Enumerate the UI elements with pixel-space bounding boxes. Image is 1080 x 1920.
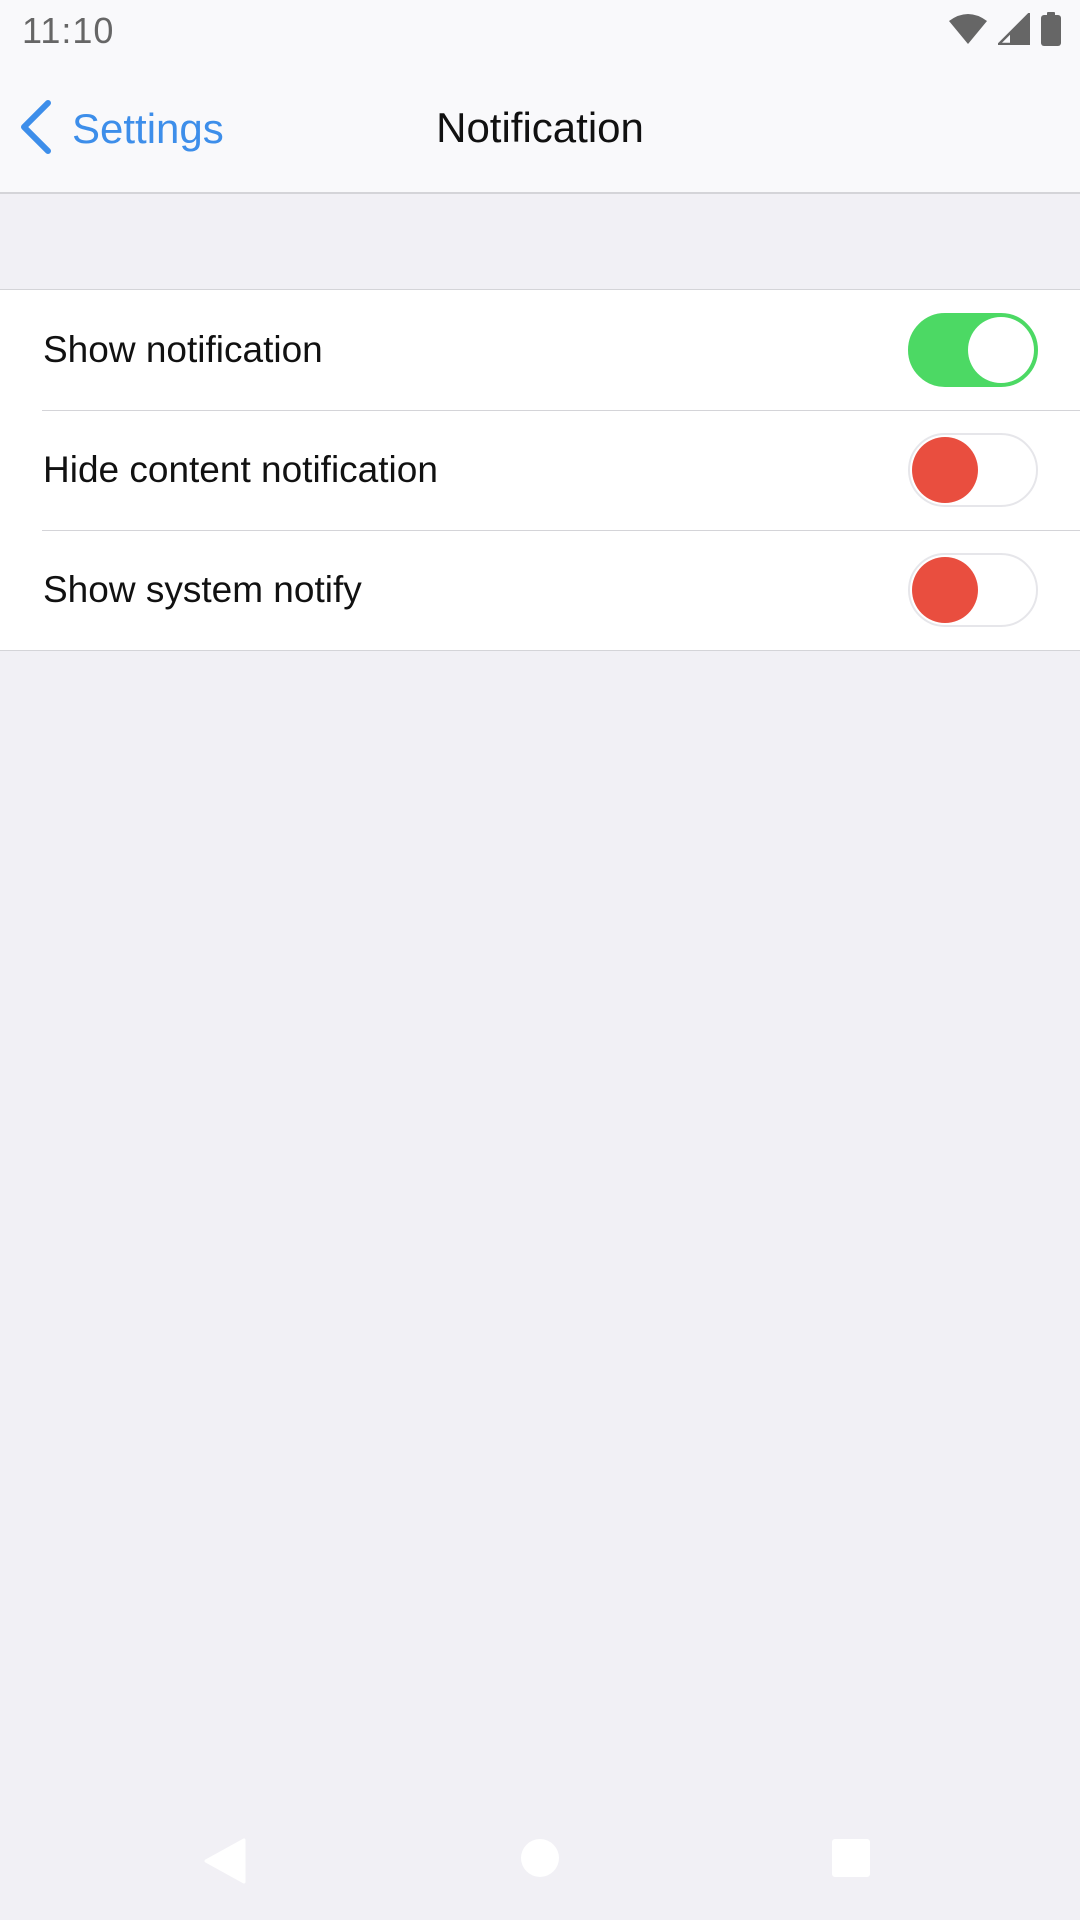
- status-bar: 11:10: [0, 0, 1080, 64]
- status-icons: [948, 10, 1062, 51]
- setting-label: Show system notify: [43, 569, 362, 610]
- notification-settings-list: Show notification Hide content notificat…: [0, 289, 1080, 651]
- setting-label: Hide content notification: [43, 449, 438, 490]
- cellular-signal-icon: [995, 10, 1031, 50]
- toggle-knob: [912, 437, 978, 503]
- hide-content-notification-toggle[interactable]: [908, 433, 1038, 507]
- recents-square-icon[interactable]: [831, 1838, 871, 1883]
- setting-label: Show notification: [43, 329, 323, 370]
- page-title: Notification: [436, 104, 644, 151]
- android-navigation-bar: [0, 1800, 1080, 1920]
- toggle-knob: [968, 317, 1034, 383]
- show-notification-toggle[interactable]: [908, 313, 1038, 387]
- show-system-notify-toggle[interactable]: [908, 553, 1038, 627]
- navigation-bar: Settings Notification: [0, 64, 1080, 194]
- setting-row-show-system-notify: Show system notify: [0, 530, 1080, 650]
- status-time: 11:10: [22, 10, 115, 51]
- setting-row-hide-content-notification: Hide content notification: [0, 410, 1080, 530]
- back-triangle-icon[interactable]: [204, 1838, 246, 1889]
- toggle-knob: [912, 557, 978, 623]
- setting-row-show-notification: Show notification: [0, 290, 1080, 410]
- wifi-icon: [948, 13, 988, 50]
- home-circle-icon[interactable]: [520, 1838, 560, 1883]
- battery-icon: [1040, 11, 1062, 51]
